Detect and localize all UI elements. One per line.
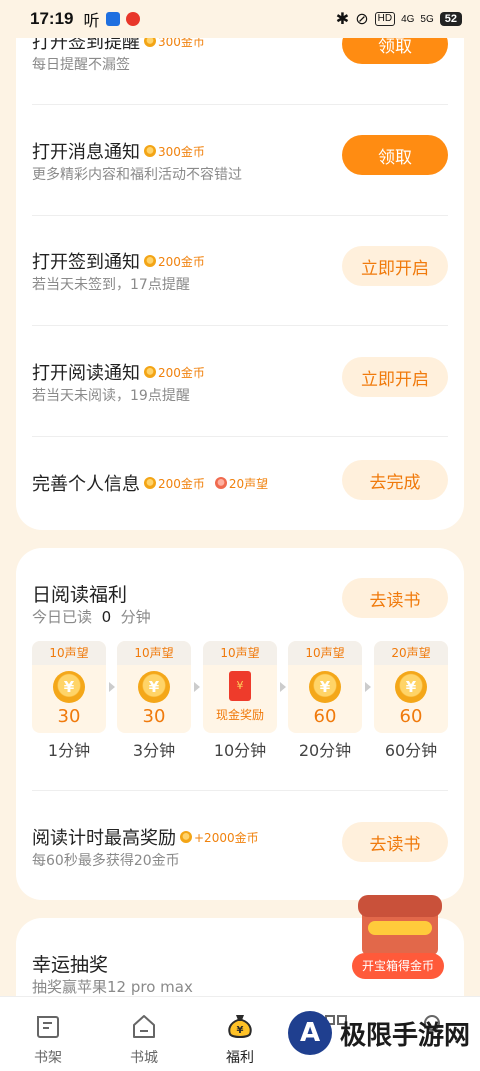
signal-4g-icon: 4G [401,13,415,25]
coin-icon [144,366,156,378]
status-bar: 17:19 听 ✱ ⊘ HD 4G 5G 52 [0,0,480,38]
divider [32,104,448,105]
hd-icon: HD [374,12,396,26]
treasure-chest-button[interactable]: 开宝箱得金币 [352,895,448,985]
mute-icon: ⊘ [355,11,369,28]
daily-reading-title: 日阅读福利 [32,584,128,606]
reading-step: 10声望 ¥ 现金奖励 [203,641,277,733]
battery-icon: 52 [439,12,462,26]
app-notification-icon: 听 [83,13,100,30]
fame-label: 20声望 [374,641,448,665]
reading-step: 20声望 ¥ 60 [374,641,448,733]
divider [32,790,448,791]
step-time: 10分钟 [213,741,267,760]
chest-label: 开宝箱得金币 [352,953,444,979]
coin-reward: 300金币 [144,143,205,160]
go-read-button[interactable]: 去读书 [342,822,448,862]
go-read-button[interactable]: 去读书 [342,578,448,618]
divider [32,436,448,437]
fame-reward: 20声望 [209,475,268,492]
task-subtitle: 每日提醒不漏签 [32,57,130,73]
fame-label: 10声望 [117,641,191,665]
coin-value: 60 [399,706,423,727]
cash-reward-label: 现金奖励 [215,708,264,722]
coin-icon [144,145,156,157]
red-envelope-icon: ¥ [229,671,251,701]
task-title: 阅读计时最高奖励 +2000金币 [32,828,259,849]
weibo-icon [125,12,140,26]
coin-reward: 200金币 [144,475,205,492]
coin-value: 30 [142,706,166,727]
step-time: 3分钟 [132,741,176,760]
reading-step: 10声望 ¥ 30 [117,641,191,733]
arrow-right-icon [365,682,371,692]
step-time: 20分钟 [298,741,352,760]
coin-reward: +2000金币 [180,829,259,846]
money-bag-icon: ¥ [228,1015,252,1038]
coin-reward: 200金币 [144,253,205,270]
complete-button[interactable]: 去完成 [342,460,448,500]
watermark: A 极限手游网 [288,1000,478,1066]
enable-button[interactable]: 立即开启 [342,357,448,397]
fame-label: 10声望 [32,641,106,665]
fame-label: 10声望 [203,641,277,665]
task-subtitle: 若当天未阅读，19点提醒 [32,388,190,404]
arrow-right-icon [109,682,115,692]
nav-label: 书架 [34,1050,62,1066]
nav-label: 福利 [226,1050,254,1066]
step-time: 1分钟 [47,741,91,760]
nav-bookshelf[interactable]: 书架 [18,997,78,1071]
claim-button[interactable]: 领取 [342,135,448,175]
nav-label: 书城 [130,1050,158,1066]
task-title: 打开签到通知 200金币 [32,252,205,273]
task-title: 完善个人信息 200金币 20声望 [32,474,269,495]
signal-5g-icon: 5G [420,13,434,25]
status-time: 17:19 [30,9,74,28]
nav-bookstore[interactable]: 书城 [114,997,174,1071]
bluetooth-icon: ✱ [335,11,350,28]
lucky-draw-title: 幸运抽奖 [32,954,109,976]
read-today-text: 今日已读 0 分钟 [32,608,151,626]
coin-icon: ¥ [138,671,170,703]
step-time: 60分钟 [384,741,438,760]
divider [32,325,448,326]
watermark-text: 极限手游网 [340,1020,471,1051]
task-subtitle: 更多精彩内容和福利活动不容错过 [32,167,242,183]
coin-icon [144,477,156,489]
coin-icon: ¥ [309,671,341,703]
divider [32,215,448,216]
nav-welfare[interactable]: ¥ 福利 [210,997,270,1071]
coin-reward: 200金币 [144,364,205,381]
arrow-right-icon [280,682,286,692]
reading-step: 10声望 ¥ 60 [288,641,362,733]
fame-label: 10声望 [288,641,362,665]
task-subtitle: 每60秒最多获得20金币 [32,853,180,869]
chest-lid [358,895,442,917]
task-title: 打开阅读通知 200金币 [32,363,205,384]
blue-app-icon [105,12,120,26]
task-subtitle: 若当天未签到，17点提醒 [32,277,190,293]
enable-button[interactable]: 立即开启 [342,246,448,286]
coin-icon [144,255,156,267]
chest-gold [368,921,432,935]
coin-value: 30 [57,706,81,727]
lucky-draw-subtitle: 抽奖赢苹果12 pro max [32,978,193,996]
coin-icon: ¥ [53,671,85,703]
coin-icon [180,831,192,843]
bookshelf-icon [37,1016,59,1038]
fame-icon [214,477,227,489]
watermark-logo-icon: A [288,1011,332,1055]
task-title: 打开消息通知 300金币 [32,142,205,163]
reading-step: 10声望 ¥ 30 [32,641,106,733]
coin-value: 60 [313,706,337,727]
coin-icon: ¥ [395,671,427,703]
svg-text:¥: ¥ [237,1025,244,1036]
arrow-right-icon [194,682,200,692]
bookstore-icon [133,1015,155,1038]
